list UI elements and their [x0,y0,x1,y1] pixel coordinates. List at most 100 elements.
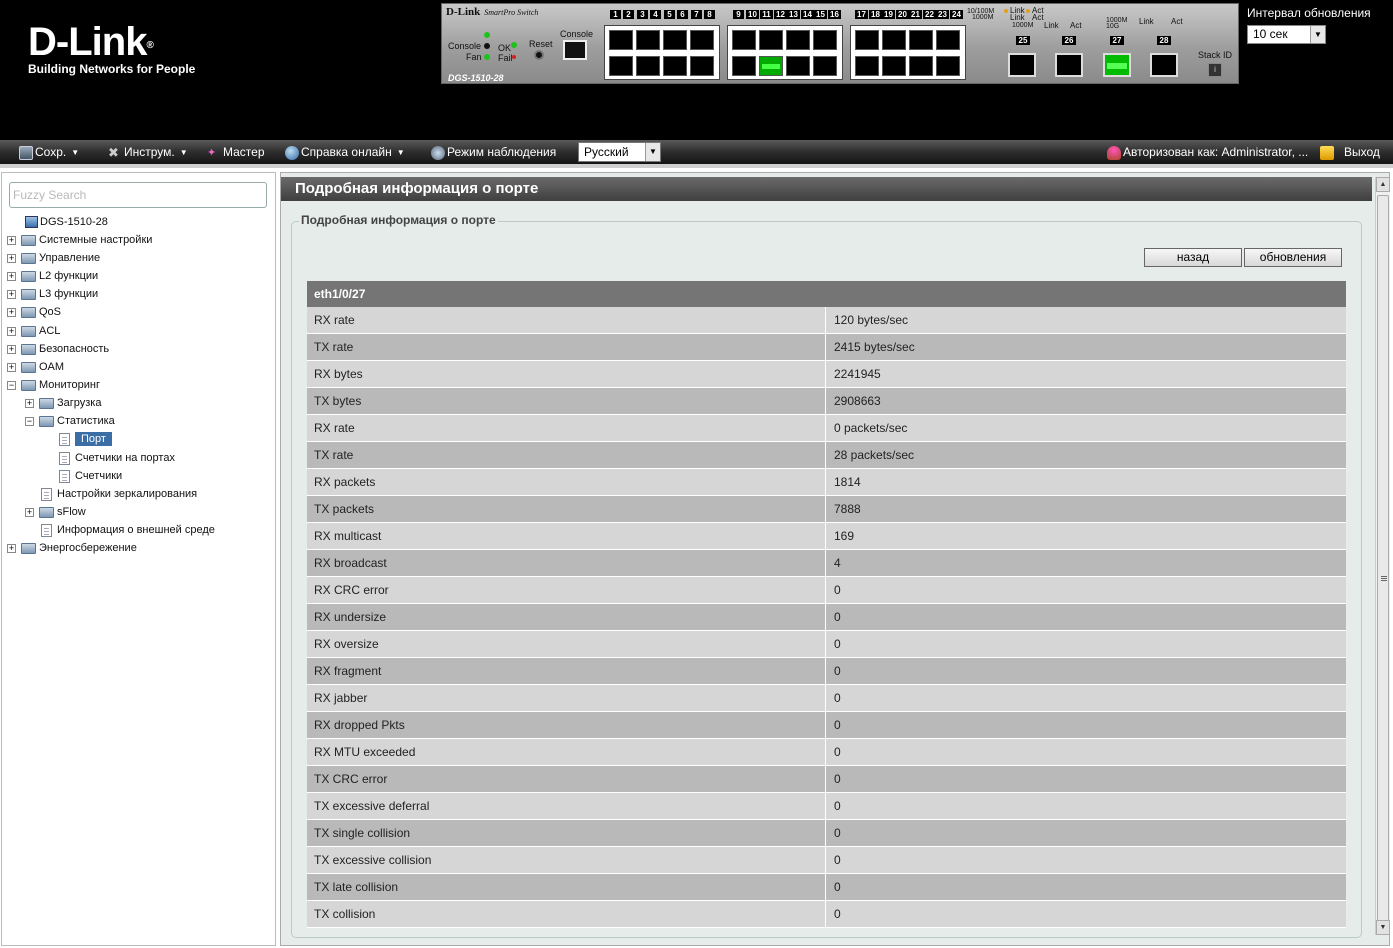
tree-item-acl[interactable]: + ACL [7,322,60,340]
ethernet-port-icon[interactable] [936,30,960,50]
port-number: 6 [677,10,688,19]
ethernet-port-icon[interactable] [636,56,660,76]
ethernet-port-icon[interactable] [882,56,906,76]
ethernet-port-icon[interactable] [786,30,810,50]
stat-value: 0 [834,799,841,813]
ethernet-port-icon[interactable] [732,56,756,76]
tree-item-root[interactable]: DGS-1510-28 [25,213,108,231]
stat-name: RX undersize [307,604,826,630]
tree-item-qos[interactable]: + QoS [7,303,61,321]
port-number: 7 [691,10,702,19]
wizard-button[interactable]: ✦ Мастер [207,144,265,160]
back-button[interactable]: назад [1144,248,1242,267]
toolbar: Сохр. ▼ ✖ Инструм. ▼ ✦ Мастер Справка онлайн… [0,140,1393,164]
ethernet-port-active-icon[interactable] [759,56,783,76]
ethernet-port-icon[interactable] [936,56,960,76]
collapse-icon[interactable]: − [7,380,16,390]
tree-item-port-counters[interactable]: Счетчики на портах [59,449,175,467]
tree-item-security[interactable]: + Безопасность [7,340,109,358]
ethernet-port-icon[interactable] [690,30,714,50]
port-number: 18 [869,10,882,19]
ethernet-port-icon[interactable] [759,30,783,50]
expand-icon[interactable]: + [7,344,16,354]
tree-item-management[interactable]: + Управление [7,249,100,267]
ethernet-port-icon[interactable] [732,30,756,50]
wizard-label: Мастер [223,145,265,159]
ethernet-port-icon[interactable] [636,30,660,50]
stat-name: TX rate [307,334,826,360]
ethernet-port-icon[interactable] [882,30,906,50]
expand-icon[interactable]: + [7,235,16,245]
expand-icon[interactable]: + [7,326,16,336]
legend-link-3: Link [1044,21,1059,30]
folder-icon [21,325,36,337]
sfp-number: 26 [1062,36,1076,45]
tree-item-l3[interactable]: + L3 функции [7,285,98,303]
sfp-port-active-icon[interactable] [1103,53,1131,77]
expand-icon[interactable]: + [7,362,16,372]
tree-item-sflow[interactable]: + sFlow [25,503,86,521]
ethernet-port-icon[interactable] [663,56,687,76]
sfp-port-icon[interactable] [1055,53,1083,77]
sfp-port-icon[interactable] [1008,53,1036,77]
tree-item-l2[interactable]: + L2 функции [7,267,98,285]
stat-name: RX packets [307,469,826,495]
tree-item-mirroring[interactable]: Настройки зеркалирования [41,485,197,503]
tree-item-oam[interactable]: + OAM [7,358,64,376]
tree-item-load[interactable]: + Загрузка [25,394,101,412]
tree-item-environment[interactable]: Информация о внешней среде [41,521,215,539]
fuzzy-search-input[interactable] [9,182,267,208]
collapse-icon[interactable]: − [25,416,34,426]
language-select[interactable]: Русский ▼ [578,142,661,162]
monitor-mode-button[interactable]: Режим наблюдения [431,144,556,160]
refresh-interval: Интервал обновления 10 сек ▼ [1247,6,1371,44]
online-help-menu[interactable]: Справка онлайн ▼ [285,144,405,160]
ethernet-port-icon[interactable] [609,56,633,76]
save-menu[interactable]: Сохр. ▼ [19,144,79,160]
scrollbar-thumb[interactable] [1377,195,1389,932]
vertical-scrollbar[interactable]: ▲ ▼ [1375,177,1390,935]
expand-icon[interactable]: + [7,543,16,553]
port-number: 10 [746,10,759,19]
expand-icon[interactable]: + [25,398,34,408]
tree-item-monitoring[interactable]: − Мониторинг [7,376,100,394]
stat-value: 169 [834,529,855,543]
expand-icon[interactable]: + [7,289,16,299]
tree-item-counters[interactable]: Счетчики [59,467,122,485]
ethernet-port-icon[interactable] [813,30,837,50]
scroll-down-icon[interactable]: ▼ [1376,920,1390,935]
stat-value: 0 [834,745,841,759]
ethernet-port-icon[interactable] [813,56,837,76]
ethernet-port-icon[interactable] [663,30,687,50]
tools-menu[interactable]: ✖ Инструм. ▼ [108,144,188,160]
expand-icon[interactable]: + [7,307,16,317]
tree-item-system[interactable]: + Системные настройки [7,231,152,249]
legend-speed-2: 1000M [972,14,994,21]
page-title: Подробная информация о порте [281,177,1372,201]
tree-item-power-saving[interactable]: + Энергосбережение [7,539,137,557]
refresh-interval-select[interactable]: 10 сек ▼ [1247,25,1326,44]
monitor-icon [431,145,445,160]
sfp-port-icon[interactable] [1150,53,1178,77]
ethernet-port-icon[interactable] [855,56,879,76]
port-number: 4 [650,10,661,19]
folder-icon [21,270,36,282]
scroll-up-icon[interactable]: ▲ [1376,177,1390,192]
port-number: 3 [637,10,648,19]
stat-name: RX CRC error [307,577,826,603]
ethernet-port-icon[interactable] [909,30,933,50]
expand-icon[interactable]: + [7,271,16,281]
ethernet-port-icon[interactable] [690,56,714,76]
expand-icon[interactable]: + [25,507,34,517]
tree-item-port[interactable]: Порт [59,430,112,448]
refresh-button[interactable]: обновления [1244,248,1342,267]
ethernet-port-icon[interactable] [909,56,933,76]
logout-button[interactable]: Выход [1320,144,1380,160]
table-row: TX collision 0 [307,901,1346,928]
page-icon [59,432,70,446]
expand-icon[interactable]: + [7,253,16,263]
ethernet-port-icon[interactable] [855,30,879,50]
ethernet-port-icon[interactable] [609,30,633,50]
tree-item-statistics[interactable]: − Статистика [25,412,115,430]
ethernet-port-icon[interactable] [786,56,810,76]
